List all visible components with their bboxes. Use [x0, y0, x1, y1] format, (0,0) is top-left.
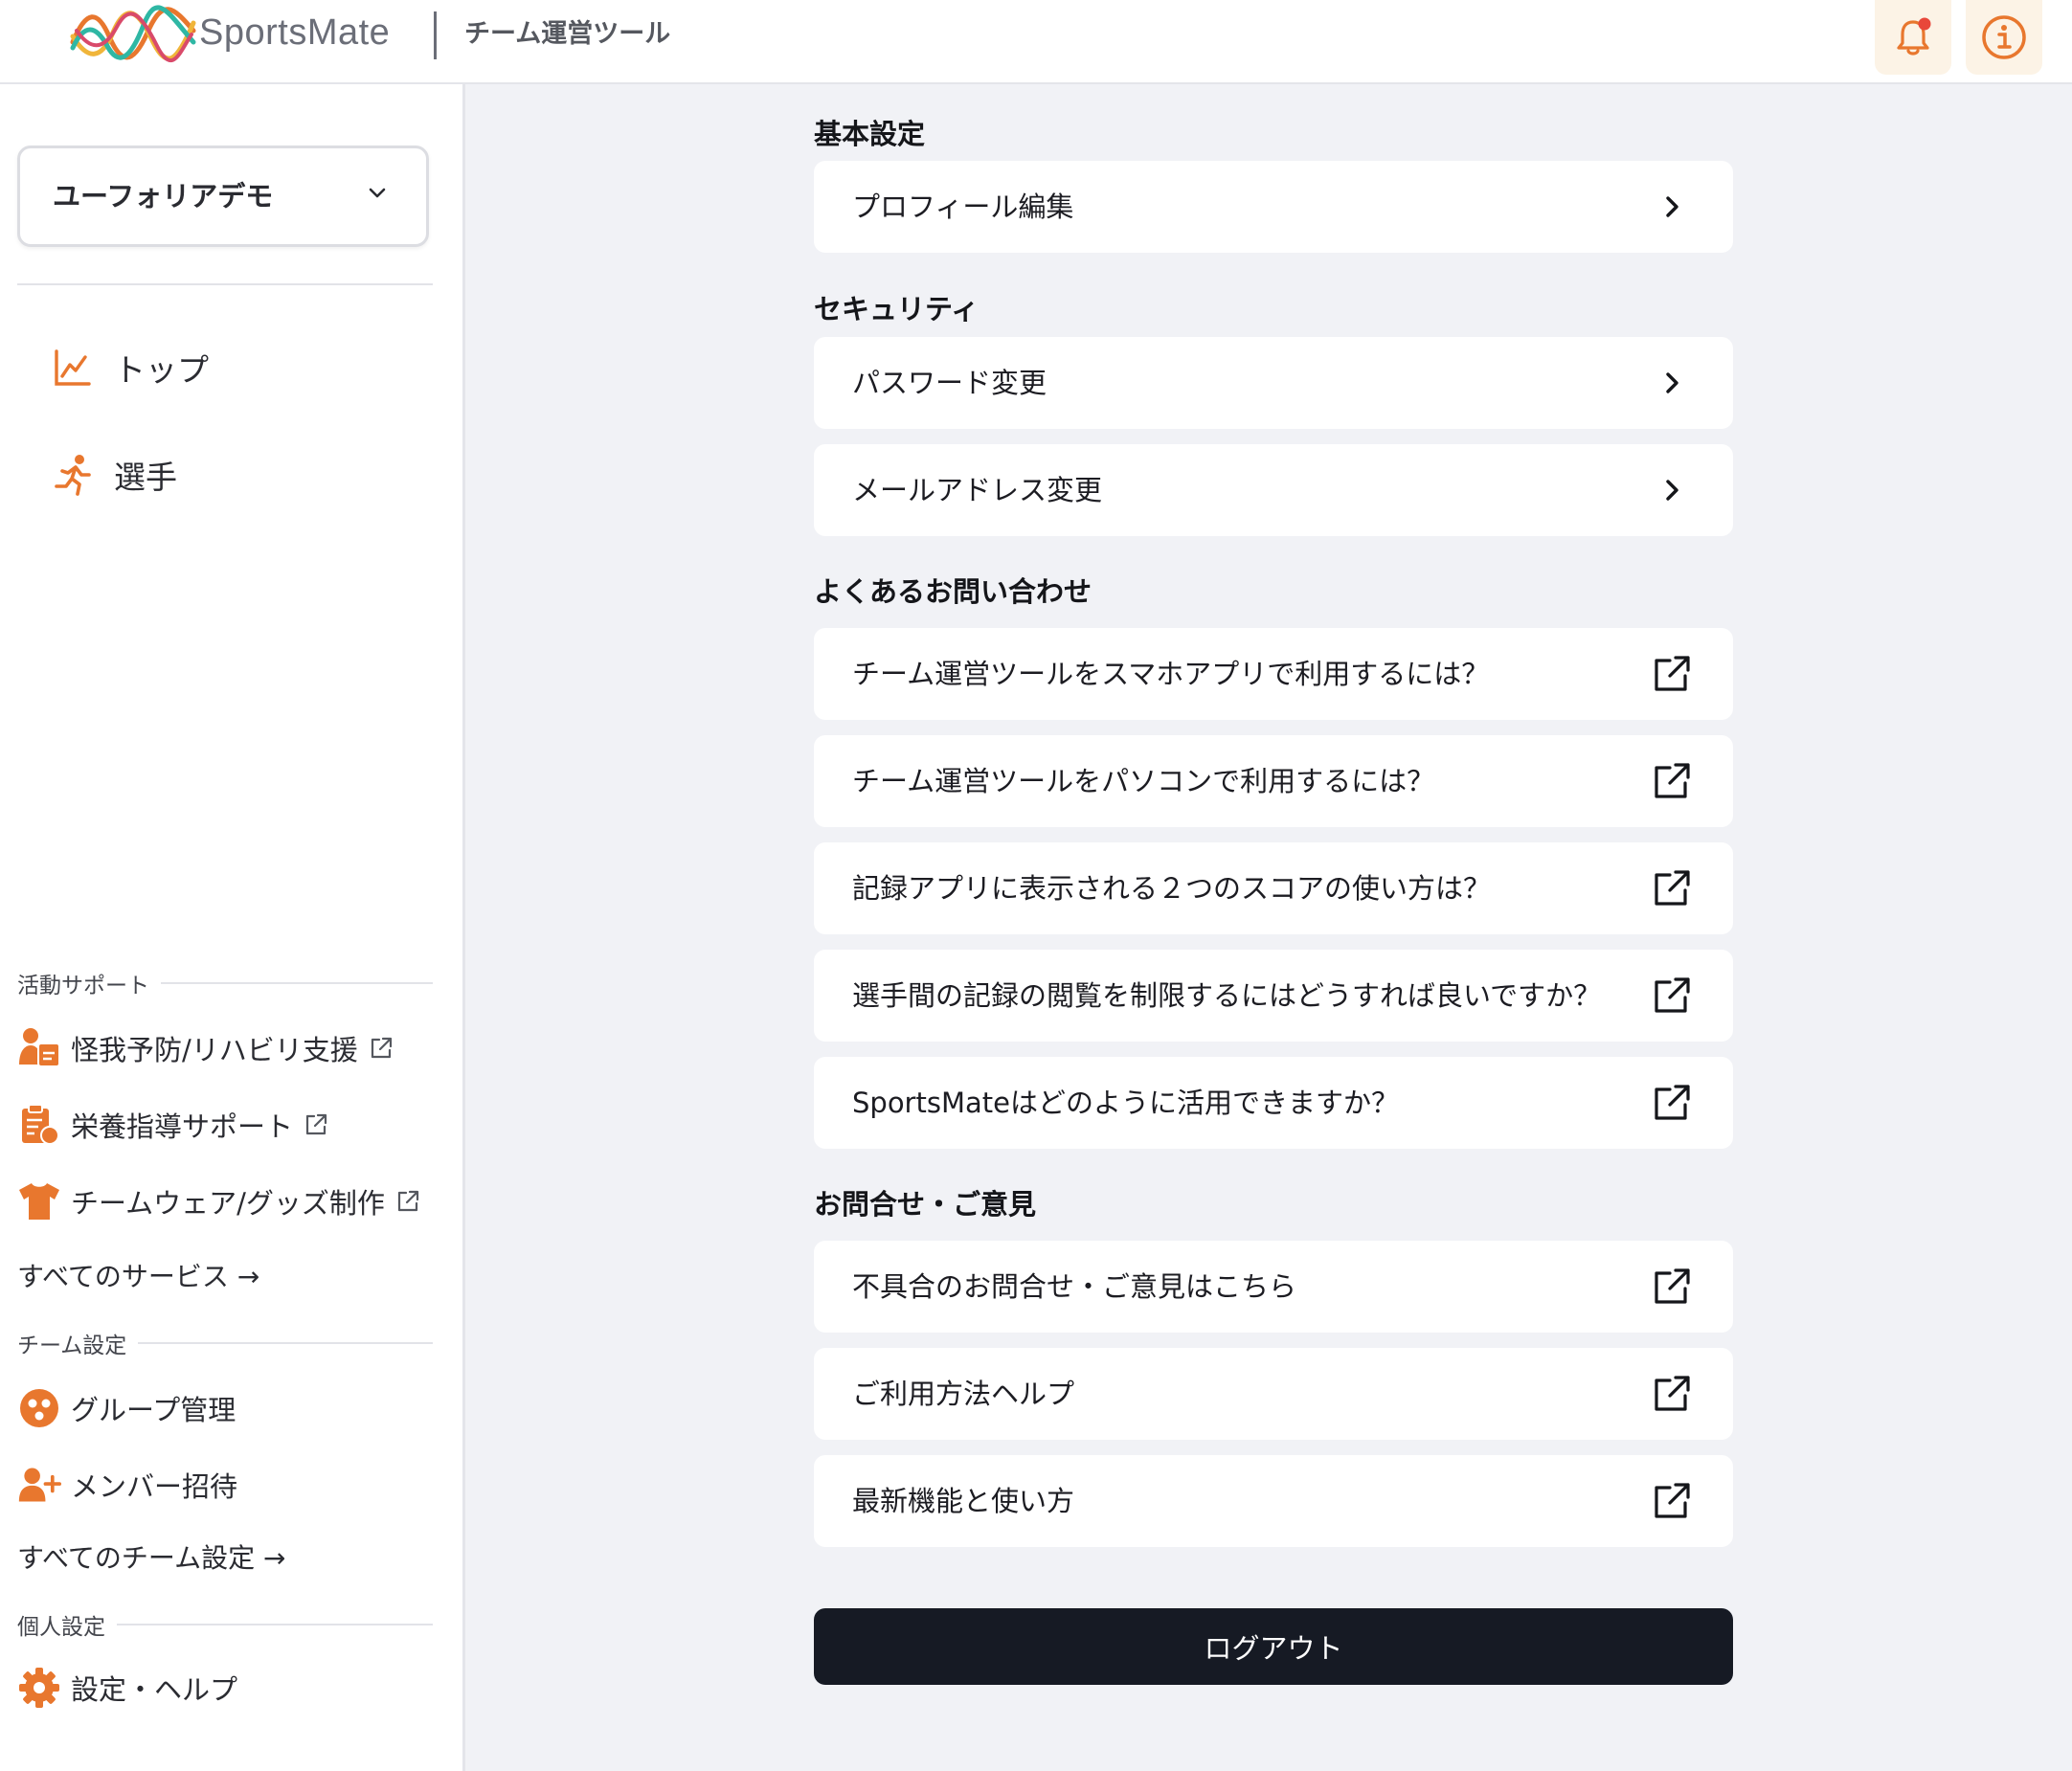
group-title-faq: よくあるお問い合わせ — [814, 575, 1092, 608]
sidebar-item-settings-help[interactable]: 設定・ヘルプ — [17, 1664, 237, 1712]
group-icon — [17, 1386, 61, 1430]
section-heading-line — [138, 1342, 433, 1344]
header-divider — [434, 11, 437, 59]
sidebar-item-label: 選手 — [114, 459, 177, 496]
team-selector[interactable]: ユーフォリアデモ — [17, 146, 429, 247]
sidebar-item-injury-rehab[interactable]: 怪我予防/リハビリ支援 — [17, 1024, 394, 1072]
menu-item-label: 記録アプリに表示される２つのスコアの使い方は？ — [852, 872, 1492, 905]
contact-item-usage-help[interactable]: ご利用方法ヘルプ — [814, 1348, 1733, 1440]
section-heading-team-settings: チーム設定 — [17, 1329, 433, 1358]
menu-item-label: パスワード変更 — [852, 367, 1047, 399]
menu-item-label: チーム運営ツールをスマホアプリで利用するには？ — [852, 658, 1490, 690]
chart-line-icon — [55, 349, 91, 386]
external-link-icon — [1649, 1264, 1695, 1310]
sidebar-item-member-invite[interactable]: メンバー招待 — [17, 1461, 237, 1509]
external-link-icon — [1649, 1080, 1695, 1126]
contact-item-bug-report[interactable]: 不具合のお問合せ・ご意見はこちら — [814, 1241, 1733, 1333]
sportsmate-logo-icon[interactable] — [69, 4, 197, 69]
notifications-button[interactable] — [1875, 0, 1951, 75]
runner-icon — [55, 455, 91, 496]
medical-person-icon — [17, 1026, 61, 1070]
service-label: メンバー招待 — [71, 1470, 238, 1503]
person-add-icon — [17, 1463, 61, 1507]
menu-item-label: プロフィール編集 — [852, 191, 1074, 223]
faq-item-smartphone-app[interactable]: チーム運営ツールをスマホアプリで利用するには？ — [814, 628, 1733, 720]
faq-item-two-scores[interactable]: 記録アプリに表示される２つのスコアの使い方は？ — [814, 842, 1733, 934]
faq-item-how-to-use[interactable]: SportsMateはどのように活用できますか？ — [814, 1057, 1733, 1149]
external-link-icon — [1649, 865, 1695, 911]
app-header: SportsMate チーム運営ツール — [0, 0, 2072, 84]
all-team-settings-link[interactable]: すべてのチーム設定 → — [17, 1537, 285, 1576]
service-label: 栄養指導サポート — [71, 1110, 294, 1143]
clipboard-apple-icon — [17, 1103, 61, 1147]
section-heading-personal-settings: 個人設定 — [17, 1610, 433, 1640]
external-link-icon — [1649, 651, 1695, 697]
section-heading-activity-support: 活動サポート — [17, 969, 433, 998]
service-label: 設定・ヘルプ — [71, 1673, 238, 1706]
menu-item-label: チーム運営ツールをパソコンで利用するには？ — [852, 765, 1435, 797]
section-heading-label: チーム設定 — [17, 1334, 127, 1358]
external-link-icon — [1649, 973, 1695, 1019]
all-services-link[interactable]: すべてのサービス → — [17, 1256, 259, 1294]
chevron-right-icon — [1649, 467, 1695, 513]
sidebar-divider — [17, 283, 433, 285]
service-label: チームウェア/グッズ制作 — [71, 1187, 385, 1220]
chevron-right-icon — [1649, 184, 1695, 230]
external-link-icon — [1649, 1371, 1695, 1417]
external-link-icon — [303, 1111, 329, 1138]
menu-item-label: 選手間の記録の閲覧を制限するにはどうすれば良いですか？ — [852, 979, 1602, 1012]
sidebar-item-top[interactable]: トップ — [53, 339, 209, 396]
info-button[interactable] — [1966, 0, 2042, 75]
external-link-icon — [394, 1188, 421, 1215]
faq-item-pc[interactable]: チーム運営ツールをパソコンで利用するには？ — [814, 735, 1733, 827]
menu-item-label: メールアドレス変更 — [852, 474, 1103, 506]
team-name: ユーフォリアデモ — [53, 180, 274, 213]
section-heading-line — [117, 1624, 433, 1625]
brand-name: SportsMate — [199, 12, 391, 53]
service-label: 怪我予防/リハビリ支援 — [71, 1034, 358, 1066]
menu-item-label: 最新機能と使い方 — [852, 1485, 1075, 1517]
info-icon — [1982, 15, 2026, 59]
menu-item-email-change[interactable]: メールアドレス変更 — [814, 444, 1733, 536]
group-title-basic: 基本設定 — [814, 118, 926, 150]
menu-item-label: 不具合のお問合せ・ご意見はこちら — [852, 1270, 1297, 1303]
sidebar-item-label: トップ — [114, 351, 209, 389]
external-link-icon — [368, 1035, 394, 1062]
sidebar-item-group-management[interactable]: グループ管理 — [17, 1384, 236, 1432]
app-subtitle: チーム運営ツール — [464, 19, 671, 49]
group-title-contact: お問合せ・ご意見 — [814, 1188, 1037, 1221]
menu-item-profile-edit[interactable]: プロフィール編集 — [814, 161, 1733, 253]
chevron-down-icon — [369, 188, 386, 198]
section-heading-label: 活動サポート — [17, 974, 149, 998]
menu-item-label: SportsMateはどのように活用できますか？ — [852, 1087, 1399, 1119]
sidebar: ユーフォリアデモ トップ 選手 活動サポート 怪我予防/リハビリ支援 栄養指導サ… — [0, 84, 465, 1771]
section-heading-label: 個人設定 — [17, 1615, 105, 1640]
external-link-icon — [1649, 1478, 1695, 1524]
chevron-right-icon — [1649, 360, 1695, 406]
sidebar-item-players[interactable]: 選手 — [53, 446, 177, 504]
external-link-icon — [1649, 758, 1695, 804]
tshirt-icon — [17, 1179, 61, 1223]
menu-item-password-change[interactable]: パスワード変更 — [814, 337, 1733, 429]
faq-item-restrict-viewing[interactable]: 選手間の記録の閲覧を制限するにはどうすれば良いですか？ — [814, 950, 1733, 1042]
gear-icon — [17, 1666, 61, 1710]
sidebar-item-nutrition[interactable]: 栄養指導サポート — [17, 1101, 329, 1149]
logout-button[interactable]: ログアウト — [814, 1608, 1733, 1685]
bell-icon — [1897, 17, 1931, 56]
section-heading-line — [161, 982, 433, 984]
group-title-security: セキュリティ — [814, 293, 980, 325]
service-label: グループ管理 — [71, 1394, 236, 1426]
contact-item-new-features[interactable]: 最新機能と使い方 — [814, 1455, 1733, 1547]
menu-item-label: ご利用方法ヘルプ — [852, 1378, 1075, 1410]
sidebar-item-teamwear[interactable]: チームウェア/グッズ制作 — [17, 1177, 421, 1225]
